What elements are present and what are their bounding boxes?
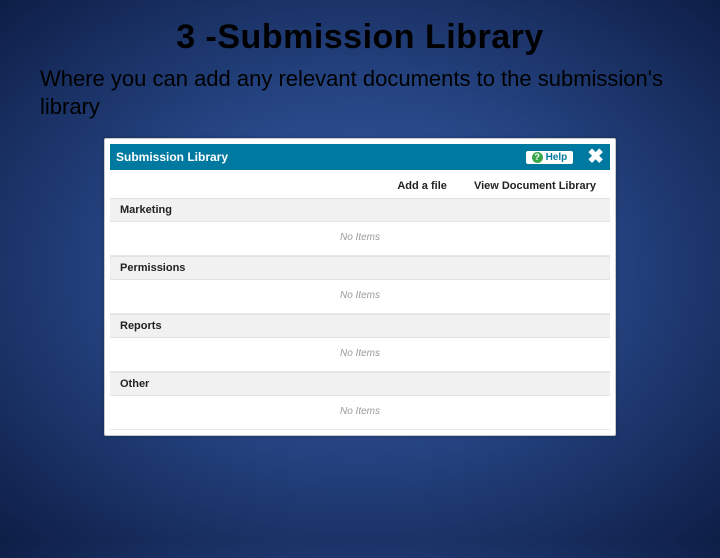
section-title: Permissions bbox=[110, 256, 610, 280]
panel-title: Submission Library bbox=[116, 150, 526, 164]
slide-subtitle: Where you can add any relevant documents… bbox=[40, 65, 680, 120]
section-other: Other No Items bbox=[110, 372, 610, 430]
empty-state: No Items bbox=[110, 280, 610, 314]
section-title: Reports bbox=[110, 314, 610, 338]
panel-actions: Add a file View Document Library bbox=[110, 170, 610, 198]
empty-state: No Items bbox=[110, 396, 610, 430]
empty-state: No Items bbox=[110, 338, 610, 372]
section-marketing: Marketing No Items bbox=[110, 198, 610, 256]
section-permissions: Permissions No Items bbox=[110, 256, 610, 314]
help-button[interactable]: ? Help bbox=[526, 151, 574, 164]
panel-header: Submission Library ? Help ✖ bbox=[110, 144, 610, 170]
help-icon: ? bbox=[532, 152, 543, 163]
slide-title: 3 -Submission Library bbox=[0, 18, 720, 57]
section-title: Other bbox=[110, 372, 610, 396]
section-reports: Reports No Items bbox=[110, 314, 610, 372]
section-title: Marketing bbox=[110, 198, 610, 222]
add-file-link[interactable]: Add a file bbox=[397, 180, 447, 192]
close-icon[interactable]: ✖ bbox=[587, 147, 604, 167]
help-label: Help bbox=[546, 152, 568, 163]
view-document-library-link[interactable]: View Document Library bbox=[474, 180, 596, 192]
empty-state: No Items bbox=[110, 222, 610, 256]
submission-library-panel: Submission Library ? Help ✖ Add a file V… bbox=[104, 138, 616, 436]
